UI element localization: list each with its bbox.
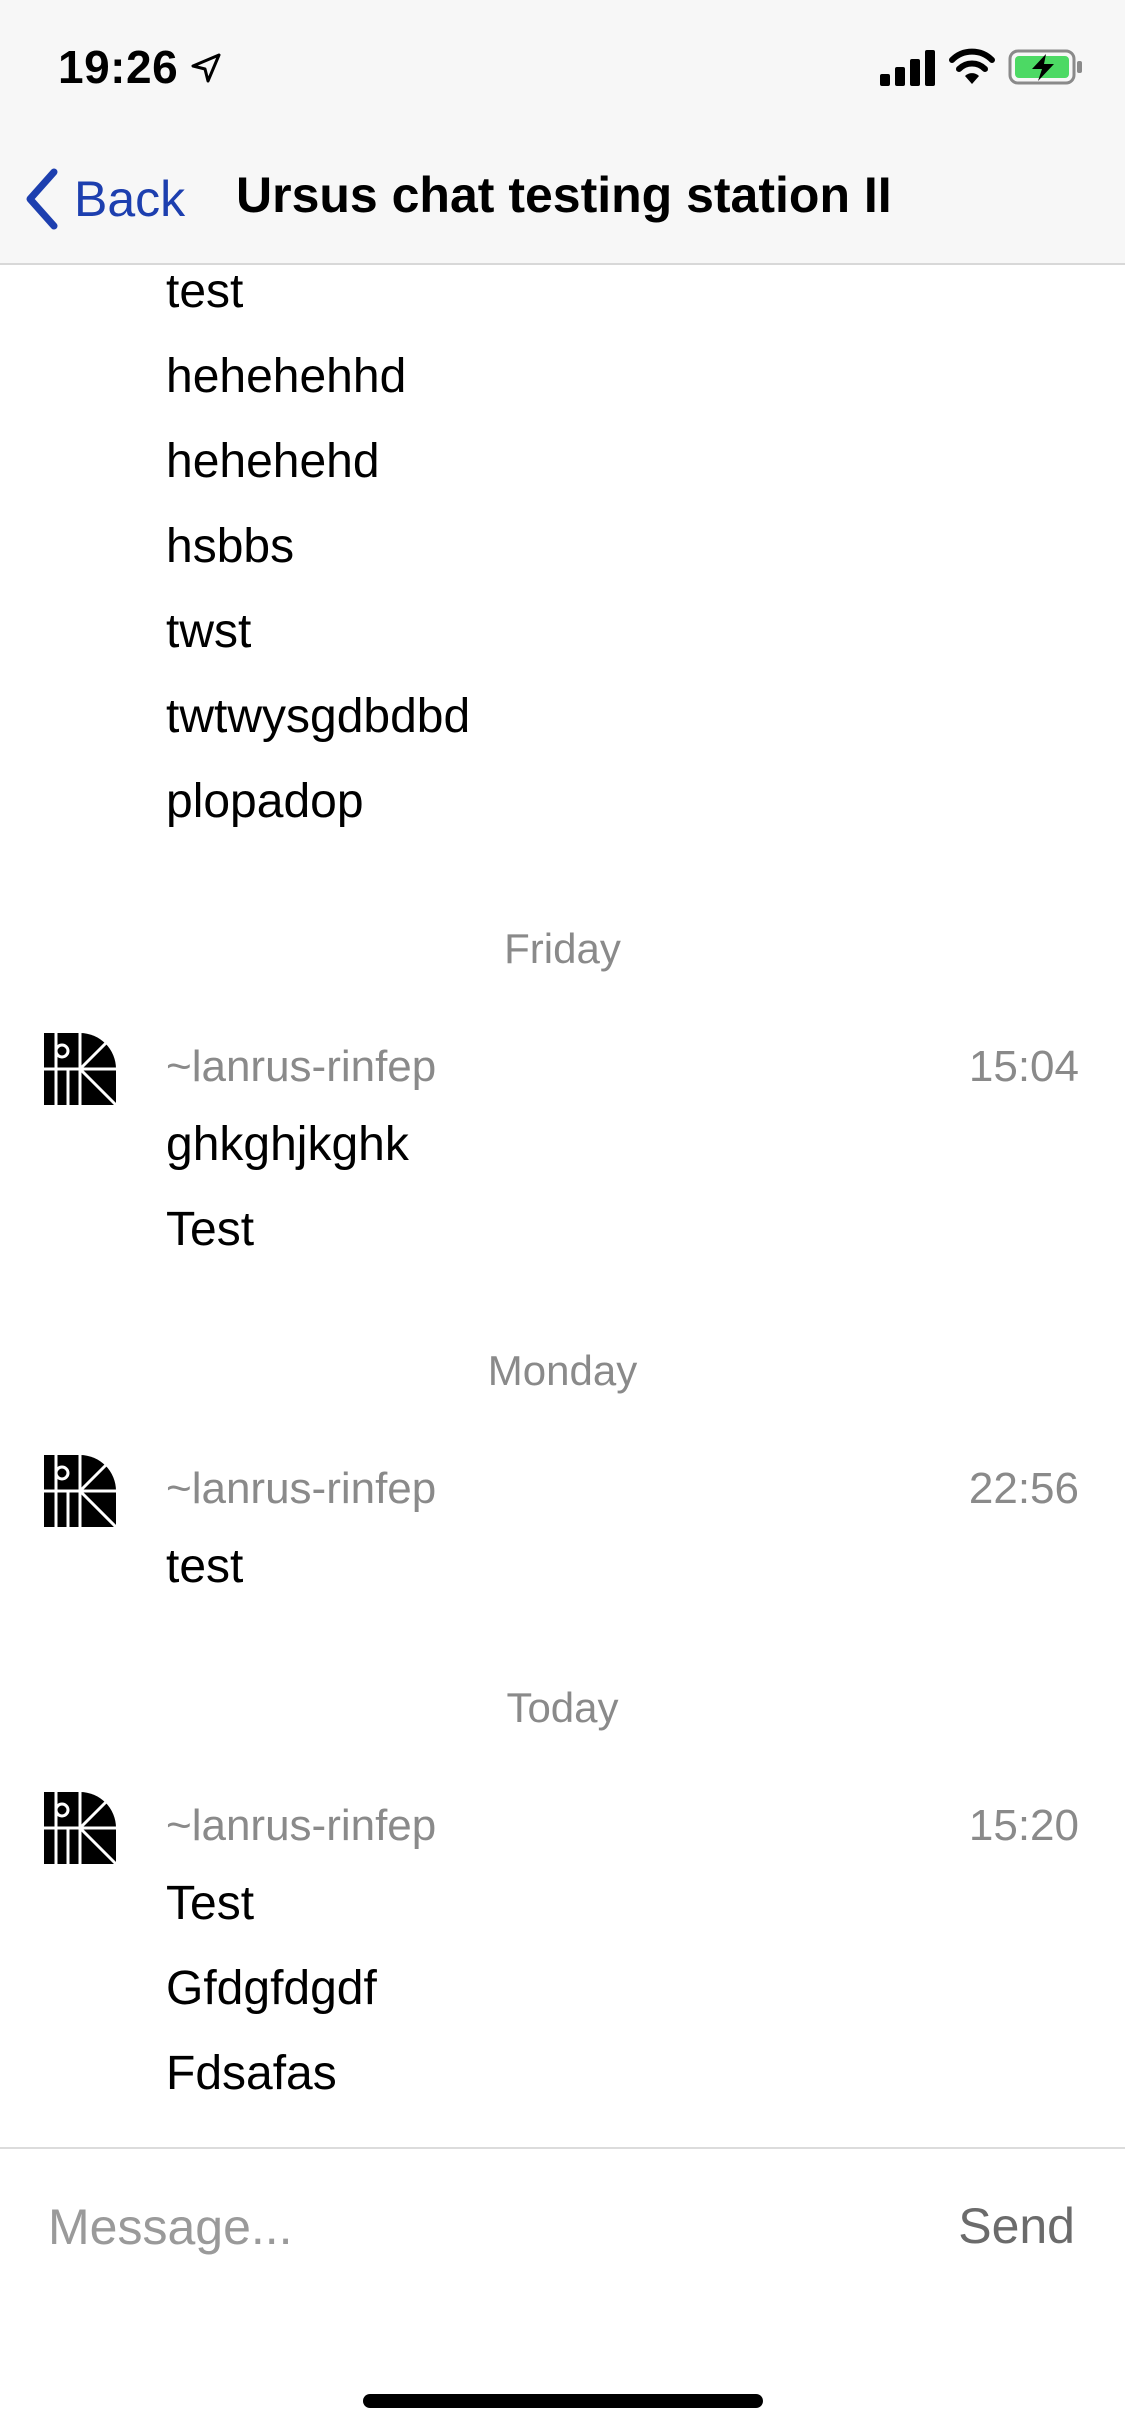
- message-text: Test: [166, 1877, 255, 1930]
- message-text: twst: [166, 605, 252, 658]
- message-timestamp: 15:04: [968, 1042, 1079, 1091]
- back-button[interactable]: Back: [22, 164, 185, 234]
- message-timestamp: 15:20: [968, 1801, 1079, 1850]
- avatar-sigil-icon[interactable]: [44, 1455, 118, 1529]
- back-label: Back: [74, 171, 186, 227]
- avatar-sigil-icon[interactable]: [44, 1792, 118, 1866]
- wifi-icon: [949, 48, 995, 84]
- message-timestamp: 22:56: [968, 1464, 1079, 1513]
- day-separator: Friday: [504, 925, 621, 972]
- status-bar: 19:26: [0, 0, 1125, 130]
- send-button[interactable]: Send: [958, 2197, 1075, 2255]
- cellular-signal-icon: [880, 50, 935, 86]
- home-indicator[interactable]: [363, 2394, 763, 2408]
- status-time: 19:26: [58, 41, 179, 93]
- battery-charging-icon: [1008, 49, 1082, 85]
- message-text: twtwysgdbdbd: [166, 690, 471, 743]
- day-separator: Monday: [487, 1347, 638, 1394]
- message-text: hehehehhd: [166, 350, 407, 403]
- message-text: Test: [166, 1203, 255, 1256]
- message-author[interactable]: ~lanrus-rinfep: [166, 1042, 436, 1092]
- avatar-sigil-icon[interactable]: [44, 1033, 118, 1107]
- message-text: hehehehd: [166, 435, 380, 488]
- message-text: plopadop: [166, 775, 364, 828]
- message-composer: Send: [0, 2147, 1125, 2322]
- message-text: test: [166, 1540, 244, 1593]
- nav-bar: Back Ursus chat testing station II: [0, 130, 1125, 265]
- message-author[interactable]: ~lanrus-rinfep: [166, 1801, 436, 1851]
- message-input[interactable]: [48, 2187, 908, 2267]
- chat-title: Ursus chat testing station II: [236, 167, 892, 223]
- location-arrow-icon: [191, 53, 221, 83]
- message-text: Gfdgfdgdf: [166, 1962, 377, 2015]
- chevron-left-icon: [26, 168, 58, 230]
- day-separator: Today: [506, 1684, 619, 1731]
- message-list[interactable]: test hehehehhd hehehehd hsbbs twst twtwy…: [0, 267, 1125, 2147]
- message-text: Fdsafas: [166, 2047, 337, 2100]
- message-author[interactable]: ~lanrus-rinfep: [166, 1464, 436, 1514]
- message-text: ghkghjkghk: [166, 1118, 409, 1171]
- message-text: test: [166, 267, 244, 318]
- message-text: hsbbs: [166, 520, 295, 573]
